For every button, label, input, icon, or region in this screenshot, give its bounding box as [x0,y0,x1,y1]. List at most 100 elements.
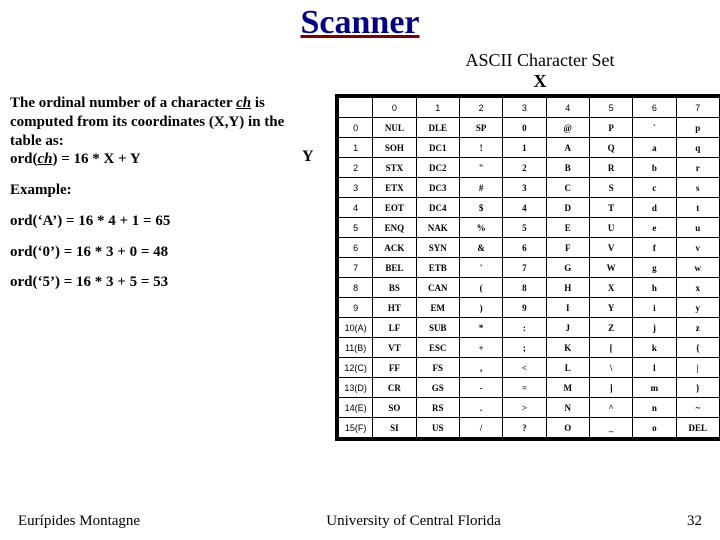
ascii-cell: DC2 [416,158,459,178]
ascii-cell: a [633,138,676,158]
ascii-cell: g [633,258,676,278]
ascii-cell: BEL [373,258,416,278]
footer-org: University of Central Florida [326,513,501,530]
ascii-cell: 2 [503,158,546,178]
ascii-cell: r [676,158,719,178]
ascii-cell: ETB [416,258,459,278]
ascii-cell: e [633,218,676,238]
ascii-cell: DLE [416,118,459,138]
ascii-cell: c [633,178,676,198]
col-header: 0 [373,98,416,118]
ascii-cell: 6 [503,238,546,258]
ascii-cell: p [676,118,719,138]
ascii-cell: s [676,178,719,198]
ascii-cell: DEL [676,418,719,438]
ascii-cell: 5 [503,218,546,238]
ascii-cell: $ [459,198,502,218]
row-header: 1 [339,138,373,158]
ascii-cell: SUB [416,318,459,338]
ascii-cell: ETX [373,178,416,198]
row-header: 5 [339,218,373,238]
ascii-cell: U [589,218,632,238]
ascii-cell: J [546,318,589,338]
ascii-cell: d [633,198,676,218]
ascii-cell: h [633,278,676,298]
ascii-cell: { [676,338,719,358]
ascii-cell: y [676,298,719,318]
ascii-cell: m [633,378,676,398]
ascii-cell: ! [459,138,502,158]
ascii-cell: < [503,358,546,378]
ascii-cell: HT [373,298,416,318]
ascii-cell: LF [373,318,416,338]
col-header: 1 [416,98,459,118]
ascii-cell: * [459,318,502,338]
ascii-cell: z [676,318,719,338]
ascii-cell: SOH [373,138,416,158]
ascii-cell: US [416,418,459,438]
ascii-cell: NUL [373,118,416,138]
y-axis-label: Y [302,148,314,166]
ascii-cell: DC1 [416,138,459,158]
ascii-cell: M [546,378,589,398]
ascii-cell: n [633,398,676,418]
ascii-cell: _ [589,418,632,438]
ascii-cell: FF [373,358,416,378]
ascii-cell: 9 [503,298,546,318]
ascii-cell: w [676,258,719,278]
ascii-cell: W [589,258,632,278]
ascii-cell: # [459,178,502,198]
row-header: 10(A) [339,318,373,338]
col-header: 5 [589,98,632,118]
example-1: ord(‘A’) = 16 * 4 + 1 = 65 [10,212,314,231]
ascii-cell: G [546,258,589,278]
ascii-cell: DC3 [416,178,459,198]
ascii-cell: P [589,118,632,138]
ascii-cell: CAN [416,278,459,298]
ascii-cell: , [459,358,502,378]
ascii-cell: / [459,418,502,438]
ascii-cell: C [546,178,589,198]
example-heading: Example: [10,181,314,200]
row-header: 12(C) [339,358,373,378]
ascii-cell: f [633,238,676,258]
ascii-cell: SYN [416,238,459,258]
ascii-cell: i [633,298,676,318]
ascii-cell: R [589,158,632,178]
ascii-cell: . [459,398,502,418]
ascii-cell: Y [589,298,632,318]
ascii-cell: K [546,338,589,358]
ascii-cell: ^ [589,398,632,418]
ascii-cell: 4 [503,198,546,218]
ascii-cell: SO [373,398,416,418]
ascii-cell: t [676,198,719,218]
ascii-cell: STX [373,158,416,178]
ascii-cell: VT [373,338,416,358]
ascii-cell: X [589,278,632,298]
ascii-cell: | [676,358,719,378]
ascii-cell: u [676,218,719,238]
ascii-cell: FS [416,358,459,378]
ascii-cell: 0 [503,118,546,138]
ascii-cell: ) [459,298,502,318]
table-title: ASCII Character Set [375,50,705,71]
ascii-cell: [ [589,338,632,358]
ascii-cell: H [546,278,589,298]
ascii-cell: % [459,218,502,238]
row-header: 3 [339,178,373,198]
ascii-cell: } [676,378,719,398]
ascii-cell: Q [589,138,632,158]
ascii-cell: N [546,398,589,418]
ascii-cell: T [589,198,632,218]
ascii-cell: 7 [503,258,546,278]
row-header: 9 [339,298,373,318]
row-header: 0 [339,118,373,138]
ascii-cell: + [459,338,502,358]
example-3: ord(‘5’) = 16 * 3 + 5 = 53 [10,273,314,292]
ascii-cell: NAK [416,218,459,238]
ascii-cell: ACK [373,238,416,258]
row-header: 2 [339,158,373,178]
ascii-cell: B [546,158,589,178]
ascii-cell: & [459,238,502,258]
ascii-cell: > [503,398,546,418]
